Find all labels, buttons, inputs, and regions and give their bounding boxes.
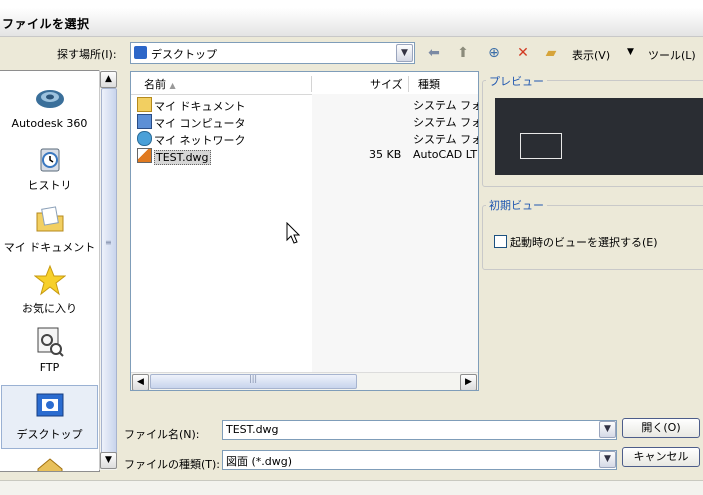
bottom-edge — [0, 480, 703, 495]
favorites-star-icon — [33, 264, 66, 296]
dropdown-arrow-icon[interactable]: ▼ — [627, 47, 634, 57]
place-label: お気に入り — [22, 302, 77, 315]
place-desktop[interactable]: デスクトップ — [1, 385, 98, 449]
place-label: Autodesk 360 — [11, 117, 88, 130]
folder-partial-icon — [37, 458, 62, 471]
folder-docs-icon — [137, 97, 152, 112]
place-history[interactable]: ヒストリ — [0, 141, 99, 193]
place-favorites[interactable]: お気に入り — [0, 264, 99, 316]
sort-ascending-icon: ▲ — [169, 81, 176, 90]
place-label: FTP — [39, 361, 60, 374]
tools-menu[interactable]: ツール(L) — [648, 47, 696, 63]
places-bar: Autodesk 360 ヒストリ マイ ドキュメント お気に入り FTP デス… — [0, 70, 100, 472]
places-scrollbar[interactable]: ▲ ≡ ▼ — [99, 70, 117, 470]
window-title: ファイルを選択 — [2, 17, 90, 31]
lookin-value: デスクトップ — [151, 48, 217, 61]
initial-view-title: 初期ビュー — [486, 197, 547, 213]
filename-value: TEST.dwg — [226, 423, 279, 436]
initial-view-checkbox-label[interactable]: 起動時のビューを選択する(E) — [510, 234, 658, 250]
computer-icon — [137, 114, 152, 129]
desktop-small-icon — [134, 46, 147, 59]
filetype-label: ファイルの種類(T): — [124, 458, 221, 471]
place-label: マイ ドキュメント — [3, 241, 96, 254]
my-documents-icon — [36, 206, 63, 232]
column-type[interactable]: 種類 — [418, 76, 440, 94]
column-size[interactable]: サイズ — [370, 76, 403, 94]
place-next-partial[interactable] — [0, 455, 99, 471]
horizontal-scrollbar[interactable]: ◀ ||| ▶ — [131, 372, 478, 390]
lookin-dropdown-button[interactable]: ▼ — [396, 44, 413, 62]
hgrip-icon: ||| — [249, 374, 258, 383]
desktop-icon — [36, 393, 63, 417]
preview-rectangle — [520, 133, 562, 159]
place-my-documents[interactable]: マイ ドキュメント — [0, 203, 99, 255]
view-menu[interactable]: 表示(V) — [572, 47, 610, 63]
place-label: ヒストリ — [27, 179, 72, 192]
history-clock-icon — [40, 148, 59, 172]
delete-x-icon[interactable]: ✕ — [513, 43, 533, 63]
initial-view-checkbox[interactable] — [494, 235, 507, 248]
folder-up-icon[interactable]: ⬆ — [453, 43, 473, 63]
search-web-icon[interactable]: ⊕ — [484, 43, 504, 63]
mouse-cursor-icon — [286, 222, 300, 244]
back-arrow-icon[interactable]: ⬅ — [424, 43, 444, 63]
preview-canvas — [495, 98, 703, 175]
open-button[interactable]: 開く(O) — [622, 418, 700, 438]
column-name[interactable]: 名前 ▲ — [144, 76, 176, 94]
lookin-label: 探す場所(I): — [57, 48, 117, 61]
place-label: デスクトップ — [16, 428, 83, 441]
filename-label: ファイル名(N): — [124, 428, 200, 441]
scroll-down-button[interactable]: ▼ — [100, 452, 117, 469]
ftp-icon — [37, 327, 64, 357]
file-list[interactable]: 名前 ▲ サイズ 種類 マイ ドキュメント システム フォ/ マイ コンピュータ… — [130, 71, 479, 391]
place-autodesk-360[interactable]: Autodesk 360 — [0, 81, 99, 130]
scroll-right-button[interactable]: ▶ — [460, 374, 477, 390]
autodesk-cloud-icon — [35, 90, 64, 108]
network-icon — [137, 131, 152, 146]
cancel-button[interactable]: キャンセル — [622, 447, 700, 467]
place-ftp[interactable]: FTP — [0, 325, 99, 374]
filename-dropdown-button[interactable]: ▼ — [599, 421, 616, 438]
filetype-value: 図面 (*.dwg) — [226, 455, 293, 468]
scroll-left-button[interactable]: ◀ — [132, 374, 149, 390]
new-folder-icon[interactable]: ▰ — [541, 43, 561, 63]
scroll-up-button[interactable]: ▲ — [100, 71, 117, 88]
filename-input[interactable]: TEST.dwg ▼ — [222, 420, 617, 440]
filetype-dropdown-button[interactable]: ▼ — [599, 451, 616, 468]
dwg-file-icon — [137, 148, 152, 163]
column-divider[interactable] — [408, 76, 409, 92]
preview-title: プレビュー — [486, 73, 547, 89]
title-bar — [0, 8, 703, 37]
filetype-select[interactable]: 図面 (*.dwg) ▼ — [222, 450, 617, 470]
scroll-thumb[interactable] — [101, 88, 117, 468]
lookin-combo[interactable]: デスクトップ ▼ — [130, 42, 415, 64]
grip-icon: ≡ — [105, 238, 112, 247]
column-divider[interactable] — [311, 76, 312, 92]
top-strip — [0, 0, 703, 8]
